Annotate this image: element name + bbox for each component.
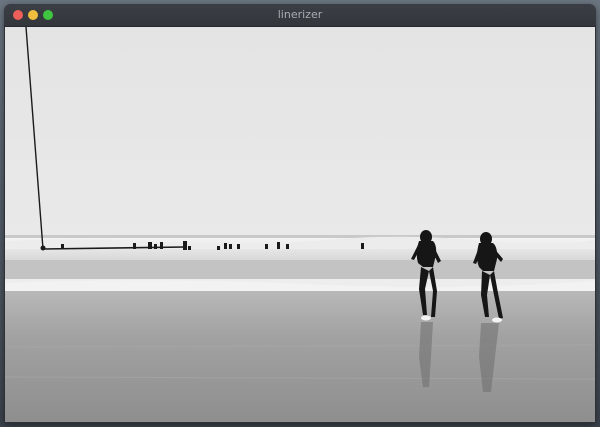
image-canvas[interactable]: [5, 27, 595, 422]
app-window: linerizer: [4, 4, 596, 423]
sky: [5, 27, 595, 237]
shallow-water: [5, 291, 595, 422]
title-bar[interactable]: linerizer: [4, 4, 596, 27]
window-title: linerizer: [277, 8, 323, 21]
horizon: [5, 235, 595, 238]
beach-photo: [5, 27, 595, 422]
mid-sea: [5, 260, 595, 282]
